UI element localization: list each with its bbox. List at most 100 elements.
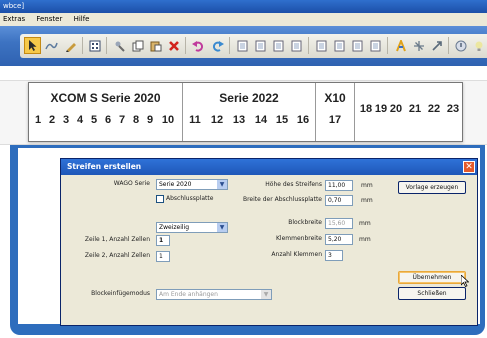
pen-icon[interactable]: [62, 37, 79, 54]
dialog-titlebar: Streifen erstellen ✕: [61, 159, 477, 175]
menu-hilfe[interactable]: Hilfe: [74, 15, 90, 23]
toolbar-separator: [82, 37, 83, 54]
menu-fenster[interactable]: Fenster: [36, 15, 62, 23]
breite-abschluss-label: Breite der Abschlussplatte: [242, 196, 322, 203]
strip-group-title: XCOM S Serie 2020: [50, 91, 161, 105]
mark-icon[interactable]: [392, 37, 409, 54]
strip-cell[interactable]: 18: [359, 103, 373, 115]
paste-icon[interactable]: [147, 37, 164, 54]
hoehe-field[interactable]: 11,00: [325, 180, 353, 191]
dialog-title: Streifen erstellen: [67, 162, 142, 171]
star-icon[interactable]: [410, 37, 427, 54]
app-window: wbce] Extras Fenster Hilfe XCOM S Serie …: [0, 0, 487, 338]
tool-icon[interactable]: [428, 37, 445, 54]
strip-cell[interactable]: 3: [60, 114, 72, 126]
wago-serie-label: WAGO Serie: [113, 180, 150, 187]
uebernehmen-button[interactable]: Übernehmen: [398, 271, 466, 284]
klemmenbreite-unit: mm: [359, 236, 371, 243]
toolbar-separator: [229, 37, 230, 54]
strip-cell[interactable]: 1: [32, 114, 44, 126]
toolbar-separator: [106, 37, 107, 54]
mouse-cursor-icon: [460, 274, 470, 290]
zeilen-select[interactable]: Zweizeilig ▼: [156, 222, 228, 233]
hoehe-unit: mm: [361, 182, 373, 189]
grid-icon[interactable]: [86, 37, 103, 54]
pointer-icon[interactable]: [24, 37, 41, 54]
strip-cell[interactable]: 17: [324, 114, 346, 126]
toolbar-separator: [308, 37, 309, 54]
strip-cell[interactable]: 11: [185, 114, 205, 126]
redo-icon[interactable]: [209, 37, 226, 54]
stamp-icon[interactable]: [111, 37, 128, 54]
wago-serie-select[interactable]: Serie 2020 ▼: [156, 179, 228, 190]
wago-serie-value: Serie 2020: [159, 181, 192, 188]
strip-cell[interactable]: 13: [229, 114, 249, 126]
zeile1-field[interactable]: 1: [156, 235, 170, 246]
anzahl-klemmen-field[interactable]: 3: [325, 250, 343, 261]
strip-cell[interactable]: 22: [426, 103, 442, 115]
strip-cell[interactable]: 19: [374, 103, 388, 115]
help-icon[interactable]: [452, 37, 469, 54]
page2-icon[interactable]: [252, 37, 269, 54]
strip-cell[interactable]: 16: [293, 114, 313, 126]
strip-cell[interactable]: 5: [88, 114, 100, 126]
zeile2-label: Zeile 2, Anzahl Zellen: [84, 252, 150, 259]
zeilen-value: Zweizeilig: [159, 224, 190, 231]
page8-icon[interactable]: [367, 37, 384, 54]
strip-cell[interactable]: 21: [407, 103, 423, 115]
strip-cell[interactable]: 2: [46, 114, 58, 126]
dialog-body: WAGO Serie Serie 2020 ▼ Abschlussplatte …: [61, 175, 477, 325]
strip-cell[interactable]: 23: [445, 103, 461, 115]
blockbreite-field[interactable]: 15,60: [325, 218, 353, 229]
strip-cell[interactable]: 8: [130, 114, 142, 126]
chevron-down-icon: ▼: [217, 180, 227, 189]
close-icon[interactable]: ✕: [463, 161, 475, 173]
strip-group-serie2022: Serie 2022 11 12 13 14 15 16: [183, 83, 316, 141]
strip-cell[interactable]: 4: [74, 114, 86, 126]
page4-icon[interactable]: [288, 37, 305, 54]
toolbar-separator: [387, 37, 388, 54]
wire-icon[interactable]: [43, 37, 60, 54]
zeile2-field[interactable]: 1: [156, 251, 170, 262]
strip-cell[interactable]: 9: [144, 114, 156, 126]
copy-icon[interactable]: [129, 37, 146, 54]
vorlage-erzeugen-button[interactable]: Vorlage erzeugen: [398, 181, 466, 194]
strip-cell[interactable]: 14: [251, 114, 271, 126]
breite-abschluss-field[interactable]: 0,70: [325, 195, 353, 206]
undo-icon[interactable]: [190, 37, 207, 54]
page7-icon[interactable]: [349, 37, 366, 54]
strip-group-xcom: XCOM S Serie 2020 1 2 3 4 5 6 7 8 9 10: [29, 83, 183, 141]
strip-cell[interactable]: 7: [116, 114, 128, 126]
abschlussplatte-checkbox[interactable]: [156, 195, 164, 203]
strip-cell[interactable]: 20: [389, 103, 403, 115]
klemmenbreite-field[interactable]: 5,20: [325, 234, 353, 245]
terminal-strip[interactable]: XCOM S Serie 2020 1 2 3 4 5 6 7 8 9 10 S…: [28, 82, 463, 142]
strip-group-title: Serie 2022: [219, 91, 279, 105]
window-title: wbce]: [3, 2, 25, 10]
strip-group-title: X10: [324, 91, 346, 105]
page6-icon[interactable]: [331, 37, 348, 54]
zeile1-label: Zeile 1, Anzahl Zellen: [84, 236, 150, 243]
strip-cell[interactable]: 6: [102, 114, 114, 126]
strip-cell[interactable]: 10: [158, 114, 178, 126]
blockbreite-label: Blockbreite: [288, 219, 322, 226]
strip-group-x10: X10 17: [316, 83, 355, 141]
page1-icon[interactable]: [234, 37, 251, 54]
hoehe-label: Höhe des Streifens: [265, 181, 322, 188]
abschlussplatte-label: Abschlussplatte: [166, 195, 214, 202]
strip-cell[interactable]: 15: [272, 114, 292, 126]
page3-icon[interactable]: [270, 37, 287, 54]
menu-extras[interactable]: Extras: [3, 15, 25, 23]
page5-icon[interactable]: [313, 37, 330, 54]
breite-abschluss-unit: mm: [361, 197, 373, 204]
blockeinfuege-value: Am Ende anhängen: [159, 291, 218, 298]
blockeinfuege-select[interactable]: Am Ende anhängen ▼: [156, 289, 272, 300]
schliessen-button[interactable]: Schließen: [398, 287, 466, 300]
toolbar-separator: [448, 37, 449, 54]
strip-cell[interactable]: 12: [207, 114, 227, 126]
chevron-down-icon: ▼: [261, 290, 271, 299]
menu-bar: Extras Fenster Hilfe: [0, 13, 487, 26]
bulb-icon[interactable]: [470, 37, 487, 54]
delete-icon[interactable]: [165, 37, 182, 54]
blockeinfuege-label: Blockeinfügemodus: [91, 290, 150, 297]
